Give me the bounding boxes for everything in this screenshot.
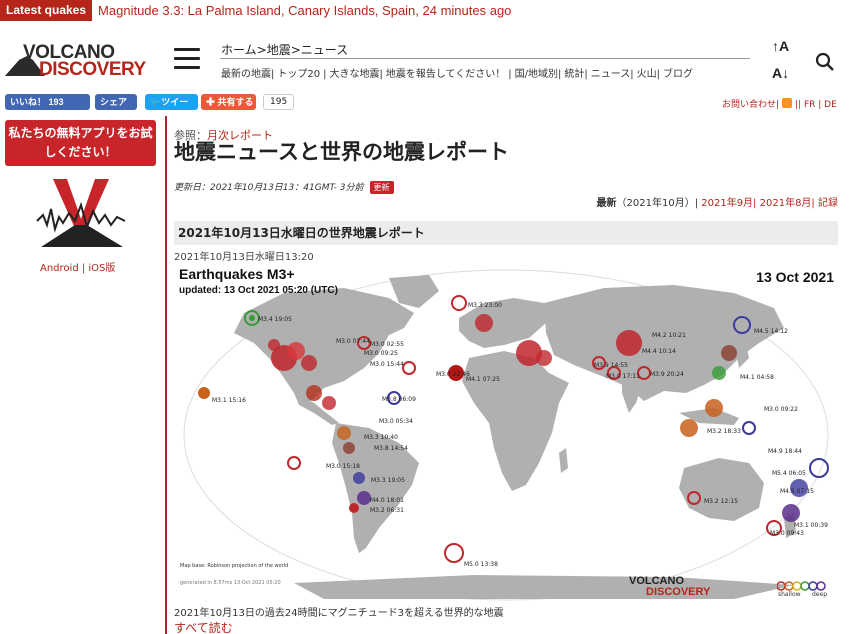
contact-link[interactable]: お問い合わせ| <box>722 100 779 110</box>
facebook-like-button[interactable]: いいね！ 193 <box>5 94 90 110</box>
free-app-button[interactable]: 私たちの無料アプリをお試しください！ <box>5 120 156 166</box>
refresh-badge[interactable]: 更新 <box>369 181 394 194</box>
quake-label: M3.0 22:46 <box>436 371 470 378</box>
font-up-icon: ↑ <box>772 38 779 54</box>
quake-label: M3.8 14:54 <box>374 445 408 452</box>
menu-icon[interactable] <box>174 48 200 70</box>
archive-links[interactable]: 最新（2021年10月）| 2021年9月| 2021年8月| 記録 <box>597 194 838 209</box>
quake-label: M3.1 15:16 <box>212 397 246 404</box>
nav-item-7[interactable]: 統計| <box>564 69 587 80</box>
app-volcano-logo-icon <box>36 179 126 247</box>
archive-aug-2021[interactable]: 2021年8月| <box>760 198 815 209</box>
earthquake-map[interactable]: M3.4 19:05 M3.0 07:44 M3.0 02:55 M3.0 09:25… <box>174 263 838 603</box>
quake-label: M3.0 09:22 <box>764 406 798 413</box>
quake-label: M3.0 15:44 <box>370 361 404 368</box>
quake-label: M4.0 18:01 <box>370 497 404 504</box>
legend-deep: deep <box>812 591 827 598</box>
ticker-tag[interactable]: Latest quakes <box>0 0 93 21</box>
nav-item-2[interactable]: | <box>323 69 326 80</box>
report-heading[interactable]: 2021年10月13日水曜日の世界地震レポート <box>174 221 838 245</box>
quake-label: M4.4 10:14 <box>642 348 676 355</box>
nav-item-6[interactable]: 国/地域別| <box>515 69 562 80</box>
map-title: Earthquakes M3+ <box>179 266 295 282</box>
ios-link[interactable]: iOS版 <box>88 263 115 274</box>
archive-sep-2021[interactable]: 2021年9月| <box>701 198 756 209</box>
nav-item-5[interactable]: | <box>508 69 511 80</box>
quake-label: M4.1 04:58 <box>740 374 774 381</box>
quake-label: M3.3 19:05 <box>371 477 405 484</box>
quake-label: M3.0 09:25 <box>364 350 398 357</box>
search-icon[interactable] <box>815 52 835 72</box>
quake-label: M3.2 12:15 <box>704 498 738 505</box>
nav-item-9[interactable]: 火山| <box>637 69 660 80</box>
quake-label: M4.1 07:25 <box>466 376 500 383</box>
quake-label: M3.3 23:00 <box>468 302 502 309</box>
ticker-message[interactable]: Magnitude 3.3: La Palma Island, Canary I… <box>98 3 511 18</box>
nav-item-3[interactable]: 大きな地震| <box>329 69 382 80</box>
sidebar-divider <box>165 116 167 634</box>
font-decrease-button[interactable]: A↓ <box>772 65 798 85</box>
nav-item-4[interactable]: 地震を報告してください！ <box>386 69 505 80</box>
quake-label: M3.0 09:43 <box>770 530 804 537</box>
quake-label: M3.0 02:55 <box>370 341 404 348</box>
map-date: 13 Oct 2021 <box>756 269 834 285</box>
app-store-links[interactable]: Android | iOS版 <box>40 259 115 274</box>
map-generated-note: generated in 8.57ms 13 Oct 2021 05:20 <box>180 580 281 586</box>
utility-links[interactable]: お問い合わせ| || FR | DE <box>722 97 837 110</box>
quake-label: M3.3 10:40 <box>364 434 398 441</box>
header-divider <box>220 58 750 59</box>
nav-item-10[interactable]: ブログ <box>663 69 693 80</box>
archive-record[interactable]: 記録 <box>818 198 838 209</box>
quake-label: M3.0 17:11 <box>606 373 640 380</box>
quake-label: M3.2 06:31 <box>370 507 404 514</box>
breadcrumb[interactable]: ホーム>地震>ニュース <box>221 41 348 58</box>
plus-icon: ✚ <box>206 97 218 107</box>
quake-label: M3.1 00:39 <box>794 522 828 529</box>
map-caption: 2021年10月13日の過去24時間にマグニチュード3を超える世界的な地震 <box>174 608 504 619</box>
rss-icon[interactable] <box>782 98 793 108</box>
share-count: 195 <box>263 94 295 110</box>
quake-label: M4.9 18:44 <box>768 448 802 455</box>
legend-shallow: shallow <box>778 591 801 598</box>
quake-label: M3.2 18:33 <box>707 428 741 435</box>
nav-item-0[interactable]: 最新の地震| <box>221 69 274 80</box>
latest-quakes-ticker[interactable]: Latest quakes Magnitude 3.3: La Palma Is… <box>0 0 850 21</box>
page-title: 地震ニュースと世界の地震レポート <box>174 140 509 164</box>
quake-label: M3.9 14:55 <box>594 362 628 369</box>
site-logo[interactable]: VOLCANO DISCOVERY <box>5 42 157 82</box>
tweet-button[interactable]: 🐦ツイー <box>145 94 198 110</box>
nav-item-1[interactable]: トップ20 <box>277 69 320 80</box>
quake-label: M5.0 13:38 <box>464 561 498 568</box>
font-increase-button[interactable]: ↑A <box>772 38 798 58</box>
quake-label: M4.5 07:15 <box>780 488 814 495</box>
landmass <box>234 275 796 599</box>
archive-latest[interactable]: 最新 <box>597 198 617 209</box>
nav-item-8[interactable]: ニュース| <box>591 69 634 80</box>
quake-label: M3.9 20:24 <box>650 371 684 378</box>
depth-legend <box>777 581 826 591</box>
map-subtitle: updated: 13 Oct 2021 05:20 (UTC) <box>179 285 338 296</box>
quake-label: M3.0 07:44 <box>336 338 370 345</box>
world-map: M3.4 19:05 M3.0 07:44 M3.0 02:55 M3.0 09:25… <box>183 269 829 601</box>
map-logo-discovery: DISCOVERY <box>646 586 711 598</box>
twitter-icon: 🐦 <box>150 97 162 107</box>
quake-label: M3.8 06:09 <box>382 396 416 403</box>
language-links[interactable]: || FR | DE <box>795 100 837 110</box>
font-down-icon: ↓ <box>782 65 790 81</box>
quake-label: M3.0 05:34 <box>379 418 413 425</box>
addthis-share-button[interactable]: ✚ 共有する <box>201 94 256 110</box>
android-link[interactable]: Android <box>40 263 79 274</box>
map-base-note: Map base: Robinson projection of the wor… <box>180 563 289 569</box>
facebook-share-button[interactable]: シェア <box>95 94 137 110</box>
updated-timestamp: 更新日：2021年10月13日13：41GMT- 3分前 更新 <box>174 180 394 194</box>
logo-text-discovery: DISCOVERY <box>39 59 146 80</box>
quake-label: M3.0 15:18 <box>326 463 360 470</box>
quake-label: M4.2 10:21 <box>652 332 686 339</box>
quake-label: M5.4 06:05 <box>772 470 806 477</box>
report-date: 2021年10月13日水曜日13:20 <box>174 252 314 263</box>
quake-label: M3.4 19:05 <box>258 316 292 323</box>
top-nav[interactable]: 最新の地震| トップ20 | 大きな地震| 地震を報告してください！ | 国/地域別| 統計|… <box>221 65 696 80</box>
quake-label: M4.5 14:12 <box>754 328 788 335</box>
read-more-link[interactable]: すべて読む <box>174 619 233 634</box>
